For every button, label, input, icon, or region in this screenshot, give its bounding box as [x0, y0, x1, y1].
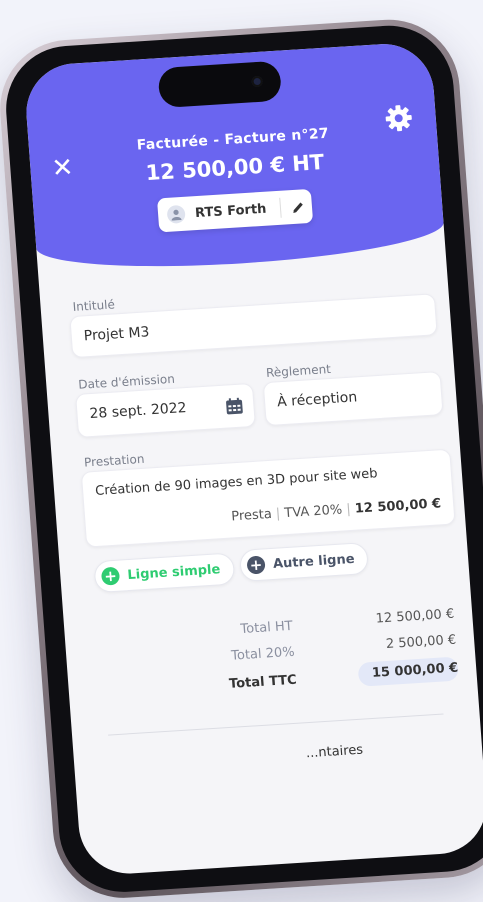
user-icon	[166, 204, 186, 224]
reglement-label: Règlement	[265, 361, 332, 380]
date-value: 28 sept. 2022	[88, 400, 188, 423]
client-chip[interactable]: RTS Forth	[156, 188, 314, 233]
total-tva-value: 2 500,00 €	[385, 632, 457, 652]
invoice-header: ✕ Facturée - Facture n°27 12 500,00 € HT…	[22, 41, 446, 277]
prestation-description: Création de 90 images en 3D pour site we…	[94, 466, 379, 499]
other-line-label: Autre ligne	[272, 551, 356, 572]
reglement-value: À réception	[276, 389, 358, 411]
total-ht-label: Total HT	[239, 618, 294, 638]
prestation-amount: 12 500,00 €	[354, 496, 442, 517]
dynamic-island	[157, 60, 283, 109]
prestation-meta: Presta | TVA 20% | 12 500,00 €	[231, 496, 442, 524]
prestation-type: Presta	[230, 506, 273, 525]
intitule-field[interactable]: Projet M3	[69, 293, 438, 359]
app-screen: ✕ Facturée - Facture n°27 12 500,00 € HT…	[22, 41, 483, 877]
total-ttc-label: Total TTC	[228, 672, 298, 692]
chip-divider	[279, 197, 283, 218]
total-tva-label: Total 20%	[230, 644, 296, 664]
add-simple-line-button[interactable]: + Ligne simple	[93, 552, 236, 594]
add-other-line-button[interactable]: + Autre ligne	[238, 542, 370, 582]
client-name: RTS Forth	[194, 201, 267, 221]
comments-label: ...ntaires	[305, 742, 364, 762]
prestation-tva: TVA 20%	[283, 502, 343, 522]
date-field[interactable]: 28 sept. 2022	[75, 382, 256, 438]
pencil-icon[interactable]	[291, 199, 306, 214]
plus-icon: +	[100, 566, 121, 586]
section-divider	[108, 713, 444, 736]
total-ht-value: 12 500,00 €	[375, 606, 455, 627]
phone-scene: ✕ Facturée - Facture n°27 12 500,00 € HT…	[0, 0, 483, 902]
phone-bezel: ✕ Facturée - Facture n°27 12 500,00 € HT…	[1, 21, 483, 896]
intitule-label: Intitulé	[72, 297, 116, 315]
prestation-label: Prestation	[83, 451, 145, 470]
phone-frame: ✕ Facturée - Facture n°27 12 500,00 € HT…	[0, 15, 483, 902]
reglement-field[interactable]: À réception	[262, 371, 444, 427]
calendar-icon[interactable]	[225, 397, 244, 416]
simple-line-label: Ligne simple	[126, 561, 221, 583]
camera-lens	[251, 75, 264, 88]
intitule-value: Projet M3	[83, 324, 150, 345]
plus-icon: +	[246, 555, 266, 575]
